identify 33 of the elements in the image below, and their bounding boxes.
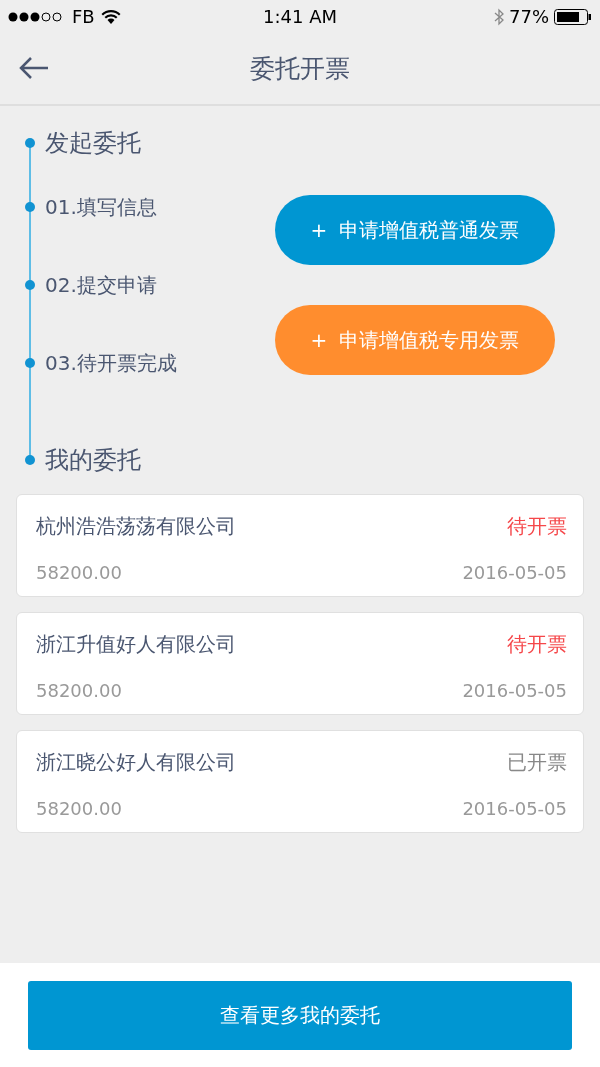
carrier-name: FB bbox=[72, 6, 95, 27]
battery-percent: 77% bbox=[509, 6, 549, 27]
order-status: 已开票 bbox=[506, 749, 567, 776]
order-status: 待开票 bbox=[506, 513, 567, 540]
timeline-dot bbox=[25, 138, 35, 148]
order-date: 2016-05-05 bbox=[462, 561, 567, 585]
order-date: 2016-05-05 bbox=[462, 679, 567, 703]
timeline-dot bbox=[25, 455, 35, 465]
back-arrow-icon bbox=[18, 56, 50, 80]
company-name: 浙江晓公好人有限公司 bbox=[36, 749, 237, 776]
order-amount: 58200.00 bbox=[36, 561, 123, 585]
order-amount: 58200.00 bbox=[36, 679, 123, 703]
timeline-dot bbox=[25, 202, 35, 212]
wifi-icon bbox=[100, 9, 121, 24]
order-amount: 58200.00 bbox=[36, 797, 123, 821]
order-card[interactable]: 浙江晓公好人有限公司 已开票 58200.00 2016-05-05 bbox=[16, 730, 584, 833]
step-label: 03.待开票完成 bbox=[45, 349, 177, 377]
company-name: 杭州浩浩荡荡有限公司 bbox=[36, 513, 237, 540]
company-name: 浙江升值好人有限公司 bbox=[36, 631, 237, 658]
step-label: 02.提交申请 bbox=[45, 271, 157, 299]
clock-time: 1:41 AM bbox=[263, 6, 337, 27]
page-title: 委托开票 bbox=[250, 53, 350, 85]
battery-icon bbox=[554, 8, 592, 25]
timeline-dot bbox=[25, 280, 35, 290]
order-card[interactable]: 浙江升值好人有限公司 待开票 58200.00 2016-05-05 bbox=[16, 612, 584, 715]
order-date: 2016-05-05 bbox=[462, 797, 567, 821]
section-heading: 发起委托 bbox=[45, 128, 141, 159]
order-status: 待开票 bbox=[506, 631, 567, 658]
step-label: 01.填写信息 bbox=[45, 193, 157, 221]
timeline-dot bbox=[25, 358, 35, 368]
order-card[interactable]: 杭州浩浩荡荡有限公司 待开票 58200.00 2016-05-05 bbox=[16, 494, 584, 597]
section-heading: 我的委托 bbox=[45, 445, 141, 476]
bluetooth-icon bbox=[494, 7, 504, 26]
